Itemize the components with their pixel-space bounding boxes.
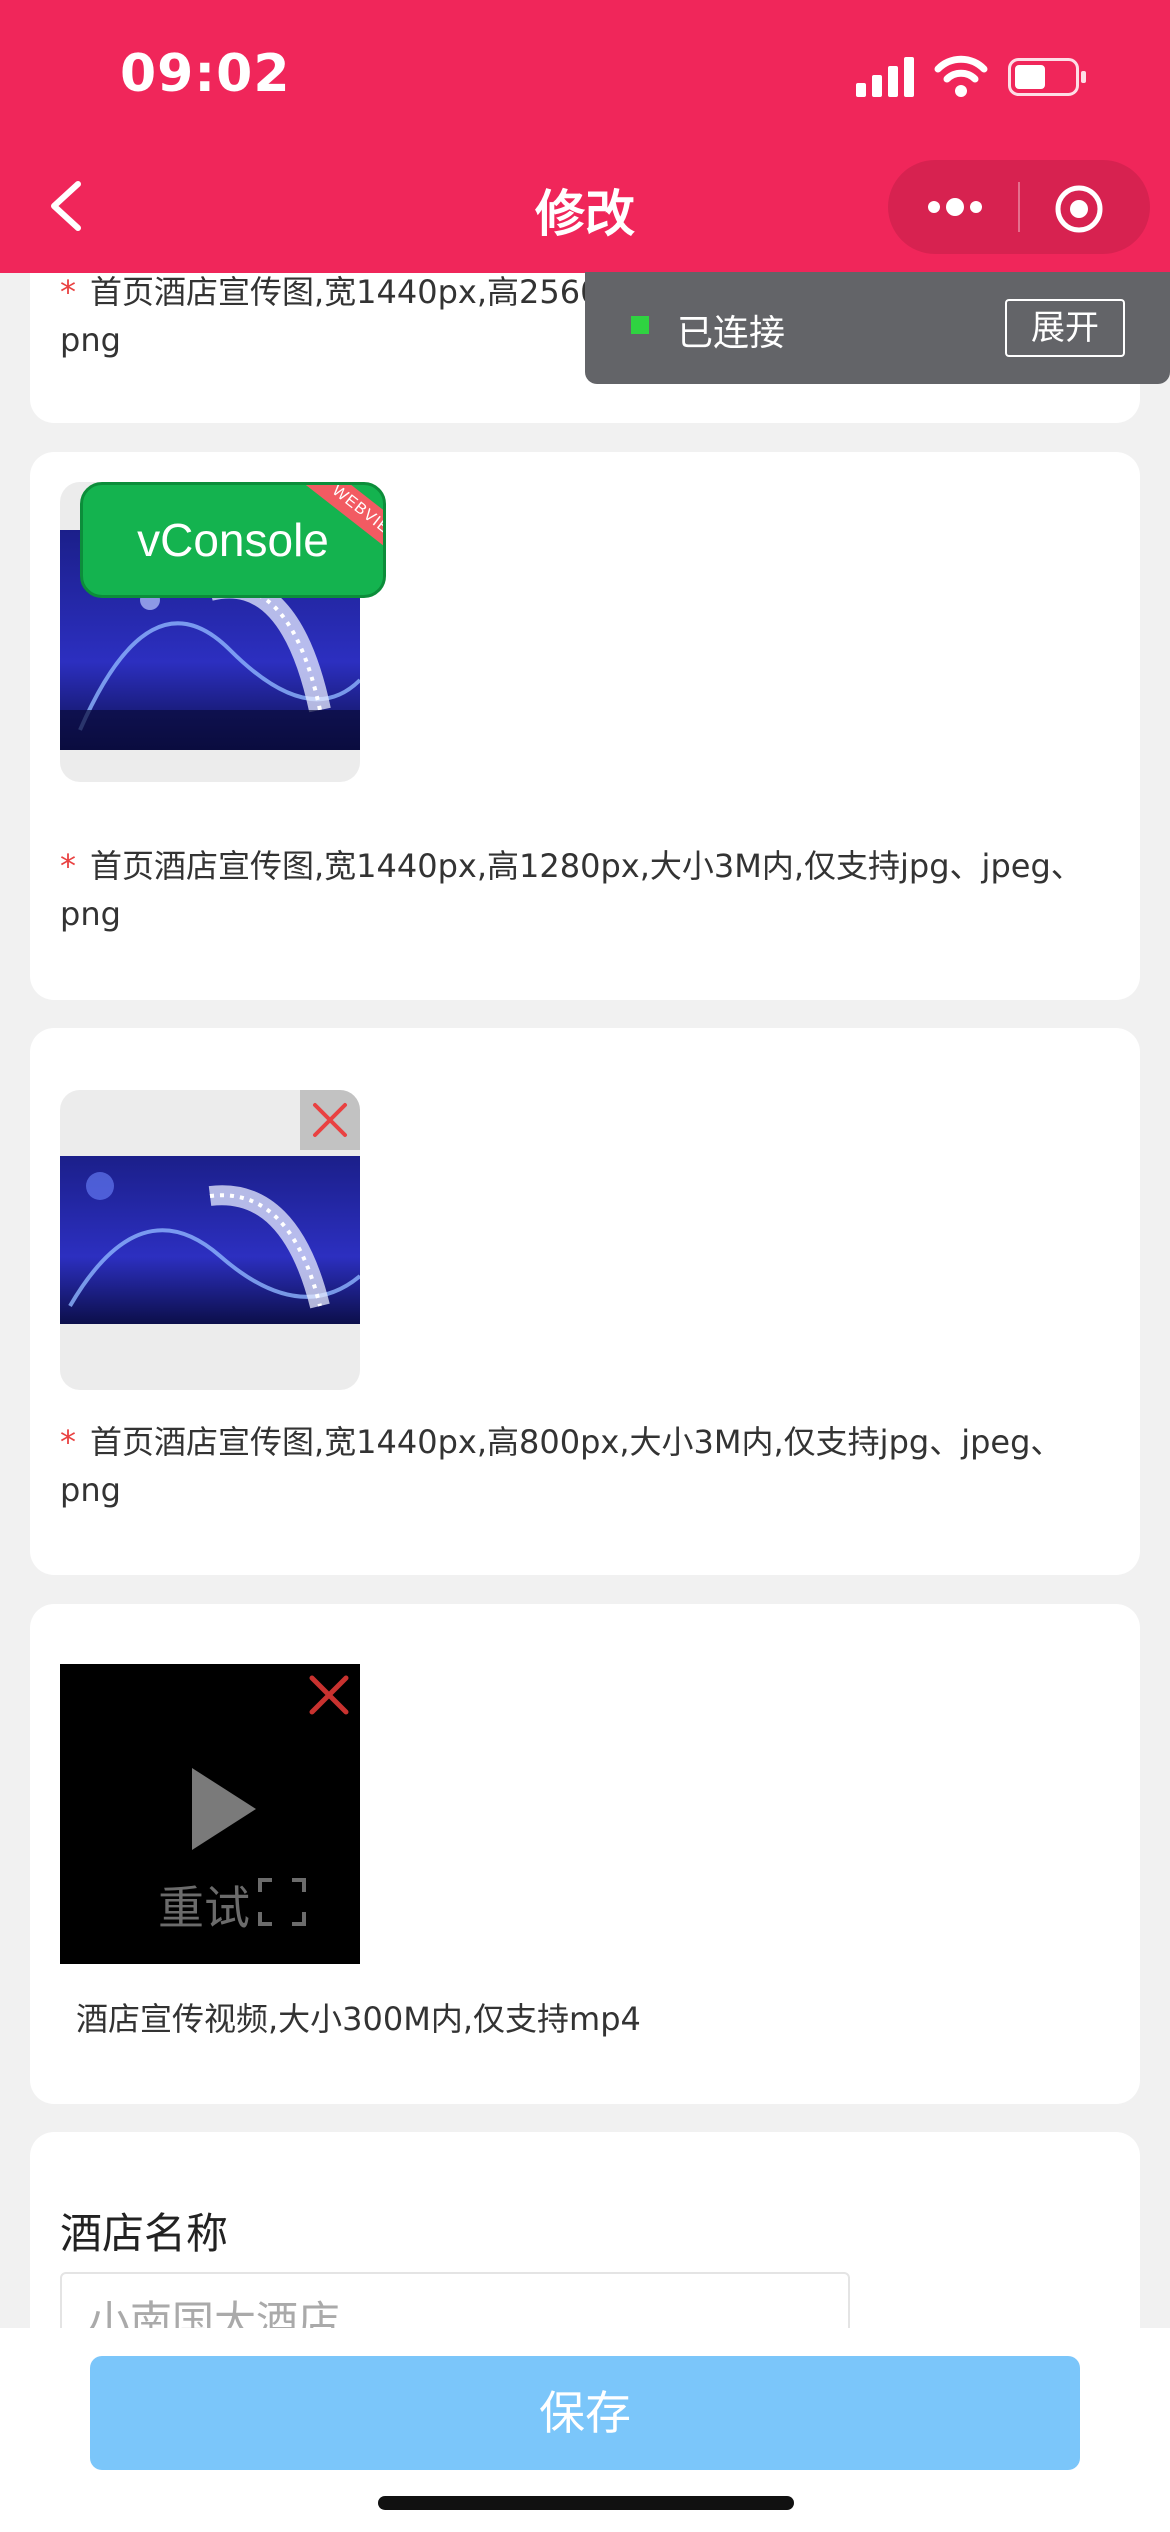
battery-icon — [1008, 58, 1086, 96]
capsule-divider — [1018, 182, 1020, 232]
connected-indicator — [631, 316, 649, 334]
status-time: 09:02 — [120, 44, 291, 104]
vconsole-status-bar: 已连接 展开 — [585, 272, 1170, 384]
bottom-action-bar: 保存 — [0, 2328, 1170, 2532]
delete-button[interactable] — [300, 1090, 360, 1150]
vconsole-status: 已连接 — [677, 313, 786, 354]
delete-icon[interactable] — [304, 1670, 354, 1720]
home-indicator — [378, 2496, 794, 2510]
target-icon[interactable] — [1054, 184, 1104, 234]
wifi-icon — [934, 55, 988, 97]
app-page: 09:02 修改 已连接 展开 * 首页酒店宣传图,宽1440px,高2560p… — [0, 0, 1170, 2532]
image-thumbnail-3[interactable] — [60, 1090, 360, 1390]
image-upload-card-3: * 首页酒店宣传图,宽1440px,高800px,大小3M内,仅支持jpg、jpe… — [30, 1028, 1140, 1575]
vconsole-button[interactable]: WEBVIEW vConsole — [80, 482, 386, 598]
header: 09:02 修改 — [0, 0, 1170, 273]
more-dots-icon[interactable] — [924, 190, 986, 224]
video-upload-card: 重试 酒店宣传视频,大小300M内,仅支持mp4 — [30, 1604, 1140, 2104]
upload-hint-2: * 首页酒店宣传图,宽1440px,高1280px,大小3M内,仅支持jpg、jp… — [60, 847, 1083, 933]
video-hint: 酒店宣传视频,大小300M内,仅支持mp4 — [76, 2000, 641, 2038]
signal-icon — [856, 57, 914, 97]
fullscreen-icon[interactable] — [256, 1876, 308, 1928]
hotel-banner-image — [60, 1156, 360, 1324]
vconsole-label: vConsole — [137, 514, 329, 566]
upload-hint-3: * 首页酒店宣传图,宽1440px,高800px,大小3M内,仅支持jpg、jpe… — [60, 1423, 1063, 1509]
play-icon[interactable] — [188, 1764, 260, 1854]
expand-button[interactable]: 展开 — [1005, 299, 1125, 357]
video-player[interactable]: 重试 — [60, 1664, 360, 1964]
menu-capsule — [888, 160, 1150, 254]
save-button[interactable]: 保存 — [90, 2356, 1080, 2470]
delete-icon — [313, 1103, 347, 1137]
retry-label[interactable]: 重试 — [158, 1872, 250, 1938]
hotel-name-label: 酒店名称 — [60, 2209, 229, 2258]
